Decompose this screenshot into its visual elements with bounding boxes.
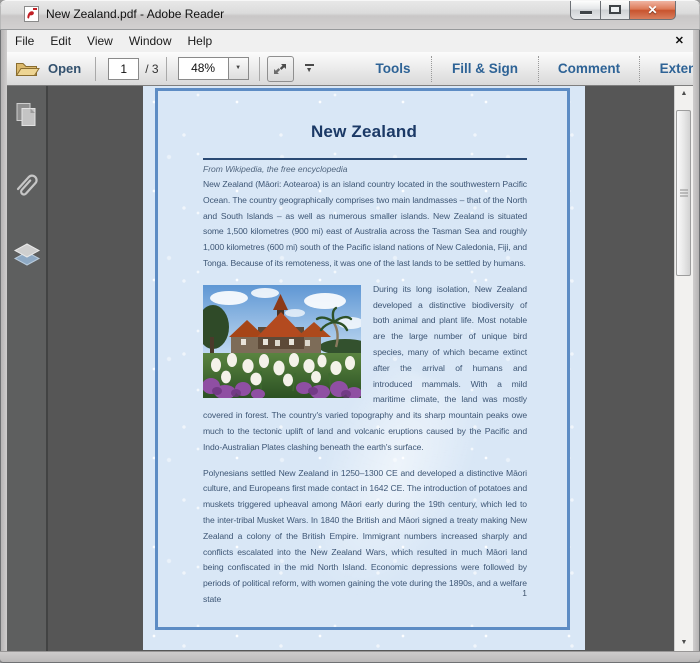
toolbar-separator <box>259 57 260 81</box>
paragraph-2: During its long isolation, New Zealand d… <box>203 282 527 456</box>
scrollbar-thumb[interactable] <box>676 110 691 276</box>
open-label: Open <box>48 61 81 76</box>
menu-edit[interactable]: Edit <box>42 30 79 52</box>
toolbar-panels: Tools Fill & Sign Comment Extended <box>355 52 700 85</box>
zoom-dropdown-button[interactable]: ▼ <box>228 57 249 80</box>
toolbar-separator <box>166 57 167 81</box>
vertical-scrollbar[interactable]: ▲ ▼ <box>674 86 693 651</box>
scrollbar-grip-icon <box>680 190 688 197</box>
overflow-bar <box>305 64 314 66</box>
body-text-column: New Zealand (Māori: Aotearoa) is an isla… <box>203 177 527 618</box>
close-button[interactable]: ✕ <box>630 1 676 20</box>
photo-rotorua-gardens <box>203 285 361 398</box>
minimize-button[interactable] <box>570 1 601 20</box>
close-icon: ✕ <box>647 3 657 17</box>
pdf-file-icon <box>24 6 39 22</box>
paperclip-icon <box>12 169 42 201</box>
folder-icon <box>15 59 40 78</box>
fit-page-button[interactable] <box>267 56 294 82</box>
window-title: New Zealand.pdf - Adobe Reader <box>46 7 224 21</box>
menu-view[interactable]: View <box>79 30 121 52</box>
toolbar-separator <box>95 57 96 81</box>
pdf-page[interactable]: New Zealand From Wikipedia, the free enc… <box>143 86 585 650</box>
window-border-right <box>693 30 700 651</box>
tab-fill-sign[interactable]: Fill & Sign <box>432 61 538 76</box>
title-bar[interactable]: New Zealand.pdf - Adobe Reader ✕ <box>0 0 700 30</box>
resize-arrows-icon <box>272 61 288 77</box>
tab-comment[interactable]: Comment <box>539 61 639 76</box>
document-title: New Zealand <box>143 122 585 142</box>
scroll-down-button[interactable]: ▼ <box>675 635 693 651</box>
toolbar-overflow-button[interactable]: ▼ <box>305 64 314 73</box>
page-thumbnails-button[interactable] <box>12 98 42 132</box>
layers-button[interactable] <box>12 238 42 272</box>
layers-icon <box>12 242 42 268</box>
page-footer-number: 1 <box>203 588 527 598</box>
menu-help[interactable]: Help <box>180 30 221 52</box>
adobe-reader-window: New Zealand.pdf - Adobe Reader ✕ File Ed… <box>0 0 700 663</box>
pages-icon <box>14 101 40 129</box>
scroll-up-button[interactable]: ▲ <box>675 86 693 102</box>
page-total: / 3 <box>145 62 158 76</box>
maximize-button[interactable] <box>601 1 630 20</box>
chevron-down-icon: ▼ <box>235 65 241 71</box>
document-subtitle: From Wikipedia, the free encyclopedia <box>203 164 348 174</box>
page-number-input[interactable] <box>108 58 139 80</box>
navigation-pane <box>7 86 48 651</box>
triangle-down-icon: ▼ <box>681 639 688 646</box>
attachments-button[interactable] <box>12 168 42 202</box>
menu-bar: File Edit View Window Help ✕ <box>7 30 693 52</box>
open-button[interactable]: Open <box>15 59 81 78</box>
minimize-icon <box>580 11 592 14</box>
title-rule <box>203 158 527 160</box>
triangle-up-icon: ▲ <box>681 90 688 97</box>
toolbar: Open / 3 48% ▼ ▼ Tools Fill & Sign Comme… <box>7 52 693 86</box>
menu-window[interactable]: Window <box>121 30 180 52</box>
tab-tools[interactable]: Tools <box>355 61 431 76</box>
window-border-bottom <box>0 651 700 663</box>
chevron-down-icon: ▼ <box>306 67 313 74</box>
menubar-close-icon[interactable]: ✕ <box>675 30 684 52</box>
maximize-icon <box>609 5 621 14</box>
window-border-left <box>0 30 7 651</box>
paragraph-1: New Zealand (Māori: Aotearoa) is an isla… <box>203 177 527 272</box>
menu-file[interactable]: File <box>7 30 42 52</box>
tab-extended[interactable]: Extended <box>640 61 700 76</box>
document-area: New Zealand From Wikipedia, the free enc… <box>7 86 693 651</box>
zoom-value[interactable]: 48% <box>178 57 228 80</box>
paragraph-3: Polynesians settled New Zealand in 1250–… <box>203 466 527 608</box>
